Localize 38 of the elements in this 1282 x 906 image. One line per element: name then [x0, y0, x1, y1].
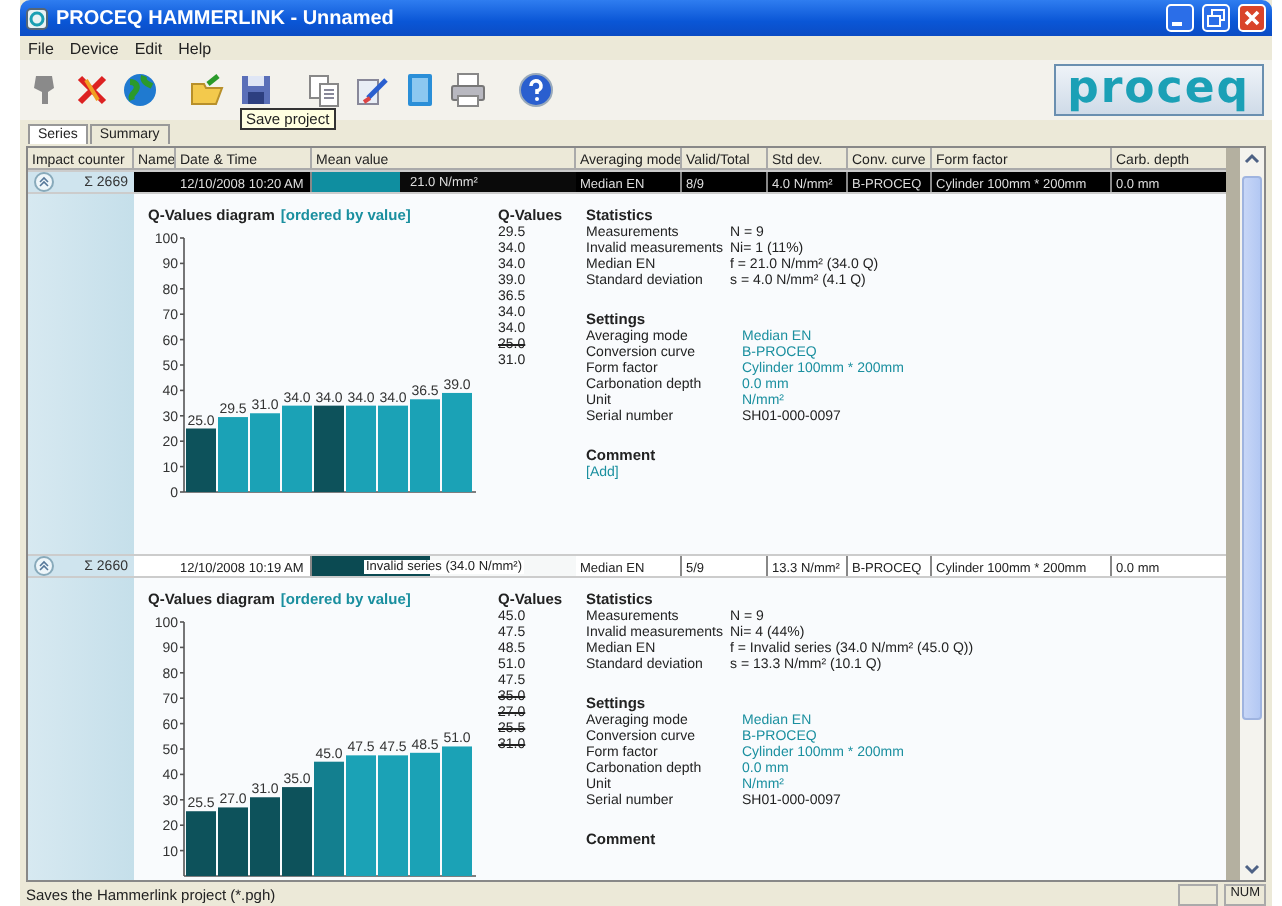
- bar: [442, 746, 472, 876]
- bar: [250, 797, 280, 876]
- bar: [346, 405, 376, 492]
- bar: [186, 428, 216, 492]
- bar: [314, 405, 344, 492]
- bar: [378, 755, 408, 876]
- bar: [218, 417, 248, 492]
- copy-icon[interactable]: [304, 70, 344, 110]
- close-icon[interactable]: [1238, 4, 1266, 32]
- print-icon[interactable]: [448, 70, 488, 110]
- bar: [250, 413, 280, 492]
- menu-item[interactable]: Help: [178, 39, 212, 57]
- scrollbar[interactable]: [1240, 148, 1264, 880]
- help-icon[interactable]: [516, 70, 556, 110]
- status-panel: [1178, 883, 1219, 905]
- bar: [186, 811, 216, 876]
- menu-item[interactable]: File: [28, 39, 54, 57]
- collapse-icon[interactable]: [34, 556, 54, 576]
- save-icon[interactable]: [236, 70, 276, 110]
- cross-icon[interactable]: [72, 70, 112, 110]
- bar: [346, 755, 376, 876]
- menu-item[interactable]: Device: [69, 39, 119, 57]
- bar: [314, 761, 344, 876]
- app-icon: [26, 7, 48, 29]
- window-title: PROCEQ HAMMERLINK - Unnamed: [56, 7, 396, 29]
- logo: proceq: [1053, 64, 1264, 116]
- bar: [410, 399, 440, 492]
- bar: [282, 405, 312, 492]
- bar: [410, 752, 440, 876]
- collapse-icon[interactable]: [34, 172, 54, 192]
- restore-icon[interactable]: [1202, 4, 1230, 32]
- bar: [378, 405, 408, 492]
- bar: [442, 392, 472, 492]
- bar: [218, 807, 248, 876]
- menu-item[interactable]: Edit: [134, 39, 163, 57]
- bar: [282, 787, 312, 876]
- minimize-icon[interactable]: [1166, 4, 1194, 32]
- globe-icon[interactable]: [120, 70, 160, 110]
